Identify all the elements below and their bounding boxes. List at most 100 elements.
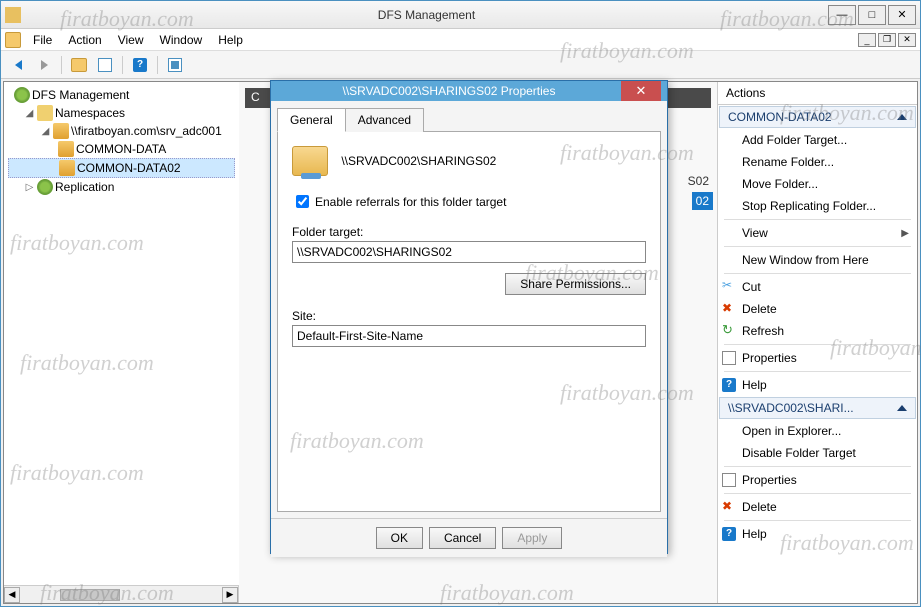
details-icon bbox=[168, 58, 182, 72]
folder-target-input[interactable] bbox=[292, 241, 646, 263]
tree-item-common-data[interactable]: COMMON-DATA bbox=[8, 140, 235, 158]
tree-namespaces[interactable]: ◢ Namespaces bbox=[8, 104, 235, 122]
selected-row-text: 02 bbox=[692, 192, 713, 210]
site-input[interactable] bbox=[292, 325, 646, 347]
actions-panel: Actions COMMON-DATA02 Add Folder Target.… bbox=[717, 82, 917, 603]
dialog-close-button[interactable]: ✕ bbox=[621, 81, 661, 101]
refresh-icon bbox=[722, 324, 736, 338]
minimize-button[interactable]: — bbox=[828, 5, 856, 25]
scroll-right-icon[interactable]: ▶ bbox=[222, 587, 238, 603]
action-open-explorer[interactable]: Open in Explorer... bbox=[718, 420, 917, 442]
expand-icon[interactable]: ▷ bbox=[24, 182, 35, 193]
menu-file[interactable]: File bbox=[25, 31, 60, 49]
menubar: File Action View Window Help _ ❐ ✕ bbox=[1, 29, 920, 51]
action-refresh[interactable]: Refresh bbox=[718, 320, 917, 342]
action-help[interactable]: ?Help bbox=[718, 374, 917, 396]
mdi-close-button[interactable]: ✕ bbox=[898, 33, 916, 47]
mdi-minimize-button[interactable]: _ bbox=[858, 33, 876, 47]
forward-button[interactable] bbox=[33, 54, 55, 76]
arrow-right-icon bbox=[41, 60, 48, 70]
window-title: DFS Management bbox=[27, 8, 826, 22]
action-new-window[interactable]: New Window from Here bbox=[718, 249, 917, 271]
dfs-icon bbox=[14, 87, 30, 103]
chevron-right-icon: ▶ bbox=[901, 228, 909, 239]
action-help-2[interactable]: ?Help bbox=[718, 523, 917, 545]
chevron-up-icon bbox=[897, 114, 907, 120]
tab-general-content: \\SRVADC002\SHARINGS02 Enable referrals … bbox=[277, 132, 661, 512]
tree-panel: DFS Management ◢ Namespaces ◢ \\firatboy… bbox=[4, 82, 239, 585]
apply-button[interactable]: Apply bbox=[502, 527, 562, 549]
shared-folder-icon bbox=[53, 123, 69, 139]
help-button[interactable]: ? bbox=[129, 54, 151, 76]
site-label: Site: bbox=[292, 309, 646, 323]
help-icon: ? bbox=[722, 378, 736, 392]
row-text: S02 bbox=[684, 172, 713, 190]
tree-ns-path[interactable]: ◢ \\firatboyan.com\srv_adc001 bbox=[8, 122, 235, 140]
menu-action[interactable]: Action bbox=[60, 31, 109, 49]
collapse-icon[interactable]: ◢ bbox=[40, 126, 51, 137]
action-properties[interactable]: Properties bbox=[718, 347, 917, 369]
menu-window[interactable]: Window bbox=[152, 31, 211, 49]
enable-referrals-label: Enable referrals for this folder target bbox=[315, 195, 506, 209]
delete-icon bbox=[722, 302, 736, 316]
view-list-button[interactable] bbox=[94, 54, 116, 76]
actions-section-target[interactable]: \\SRVADC002\SHARI... bbox=[719, 397, 916, 419]
shared-folder-large-icon bbox=[292, 146, 328, 176]
properties-dialog: \\SRVADC002\SHARINGS02 Properties ✕ Gene… bbox=[270, 80, 668, 554]
arrow-left-icon bbox=[15, 60, 22, 70]
action-rename-folder[interactable]: Rename Folder... bbox=[718, 151, 917, 173]
close-button[interactable]: ✕ bbox=[888, 5, 916, 25]
tree-hscroll[interactable]: ◀ ▶ bbox=[4, 585, 238, 603]
cut-icon bbox=[722, 280, 736, 294]
list-icon bbox=[98, 58, 112, 72]
action-disable-target[interactable]: Disable Folder Target bbox=[718, 442, 917, 464]
replication-icon bbox=[37, 179, 53, 195]
action-properties-2[interactable]: Properties bbox=[718, 469, 917, 491]
share-permissions-button[interactable]: Share Permissions... bbox=[505, 273, 646, 295]
back-button[interactable] bbox=[7, 54, 29, 76]
view-details-button[interactable] bbox=[164, 54, 186, 76]
action-move-folder[interactable]: Move Folder... bbox=[718, 173, 917, 195]
tab-general[interactable]: General bbox=[277, 108, 346, 132]
enable-referrals-checkbox[interactable] bbox=[296, 195, 309, 208]
dialog-titlebar: \\SRVADC002\SHARINGS02 Properties ✕ bbox=[271, 81, 667, 101]
actions-header: Actions bbox=[718, 82, 917, 105]
tree-replication[interactable]: ▷ Replication bbox=[8, 178, 235, 196]
ok-button[interactable]: OK bbox=[376, 527, 423, 549]
app-icon bbox=[5, 7, 21, 23]
shared-folder-icon bbox=[58, 141, 74, 157]
namespace-icon bbox=[37, 105, 53, 121]
action-delete-2[interactable]: Delete bbox=[718, 496, 917, 518]
folder-up-icon bbox=[71, 58, 87, 72]
cancel-button[interactable]: Cancel bbox=[429, 527, 496, 549]
up-button[interactable] bbox=[68, 54, 90, 76]
chevron-up-icon bbox=[897, 405, 907, 411]
dialog-title: \\SRVADC002\SHARINGS02 Properties bbox=[277, 84, 621, 98]
collapse-icon[interactable]: ◢ bbox=[24, 108, 35, 119]
scroll-thumb[interactable] bbox=[60, 589, 120, 601]
tree-root[interactable]: DFS Management bbox=[8, 86, 235, 104]
scroll-left-icon[interactable]: ◀ bbox=[4, 587, 20, 603]
target-path-label: \\SRVADC002\SHARINGS02 bbox=[341, 154, 496, 168]
action-add-folder-target[interactable]: Add Folder Target... bbox=[718, 129, 917, 151]
help-icon: ? bbox=[133, 58, 147, 72]
folder-target-label: Folder target: bbox=[292, 225, 646, 239]
action-view[interactable]: View▶ bbox=[718, 222, 917, 244]
help-icon: ? bbox=[722, 527, 736, 541]
dialog-button-row: OK Cancel Apply bbox=[271, 518, 667, 557]
menu-help[interactable]: Help bbox=[210, 31, 251, 49]
tree-item-common-data02[interactable]: COMMON-DATA02 bbox=[8, 158, 235, 178]
action-delete[interactable]: Delete bbox=[718, 298, 917, 320]
menu-view[interactable]: View bbox=[110, 31, 152, 49]
tab-advanced[interactable]: Advanced bbox=[345, 108, 424, 132]
actions-section-commondata02[interactable]: COMMON-DATA02 bbox=[719, 106, 916, 128]
menu-folder-icon bbox=[5, 32, 21, 48]
action-stop-replicating[interactable]: Stop Replicating Folder... bbox=[718, 195, 917, 217]
maximize-button[interactable]: □ bbox=[858, 5, 886, 25]
toolbar: ? bbox=[1, 51, 920, 79]
properties-icon bbox=[722, 473, 736, 487]
mdi-restore-button[interactable]: ❐ bbox=[878, 33, 896, 47]
shared-folder-icon bbox=[59, 160, 75, 176]
action-cut[interactable]: Cut bbox=[718, 276, 917, 298]
dialog-tabs: General Advanced bbox=[277, 107, 661, 132]
